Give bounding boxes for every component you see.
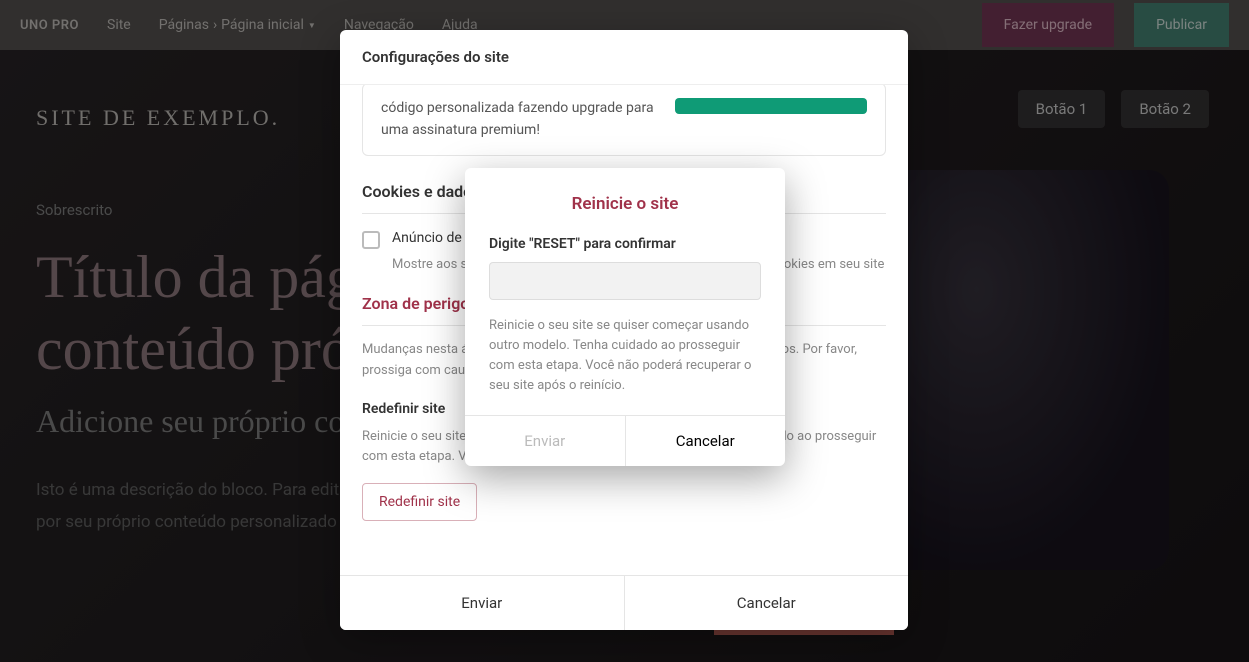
upgrade-promo-box: código personalizada fazendo upgrade par… [362, 85, 886, 156]
reset-confirm-desc: Reinicie o seu site se quiser começar us… [489, 316, 761, 397]
reset-confirm-body: Reinicie o site Digite "RESET" para conf… [465, 168, 785, 415]
reset-confirm-submit-button[interactable]: Enviar [465, 416, 626, 466]
reset-confirm-label: Digite "RESET" para confirmar [489, 236, 761, 252]
settings-modal-title: Configurações do site [340, 30, 908, 85]
reset-confirm-input[interactable] [489, 262, 761, 300]
upgrade-promo-cta[interactable] [675, 98, 867, 114]
cookies-announcement-checkbox[interactable] [362, 231, 380, 249]
reset-confirm-footer: Enviar Cancelar [465, 415, 785, 466]
reset-site-button[interactable]: Redefinir site [362, 483, 477, 521]
settings-modal-footer: Enviar Cancelar [340, 575, 908, 630]
reset-confirm-title: Reinicie o site [489, 194, 761, 214]
upgrade-promo-text: código personalizada fazendo upgrade par… [381, 98, 661, 141]
settings-submit-button[interactable]: Enviar [340, 576, 625, 630]
settings-cancel-button[interactable]: Cancelar [625, 576, 909, 630]
reset-confirm-dialog: Reinicie o site Digite "RESET" para conf… [465, 168, 785, 466]
reset-confirm-cancel-button[interactable]: Cancelar [626, 416, 786, 466]
